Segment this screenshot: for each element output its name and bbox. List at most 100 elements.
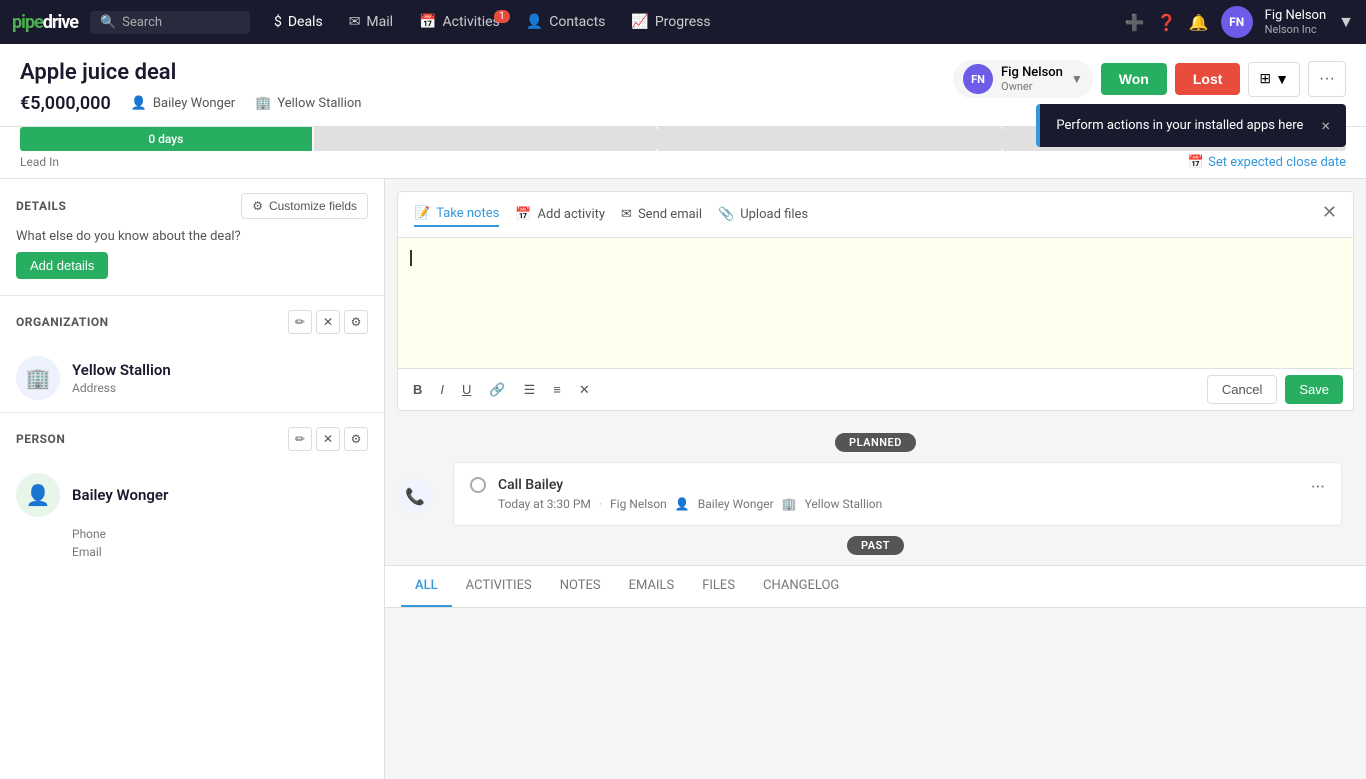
owner-chip: FN Fig Nelson Owner ▼ xyxy=(953,60,1093,98)
tab-emails[interactable]: EMAILS xyxy=(615,566,689,607)
deal-header: Apple juice deal €5,000,000 👤 Bailey Won… xyxy=(0,44,1366,127)
tab-take-notes[interactable]: 📝 Take notes xyxy=(414,202,499,227)
stage-label: Lead In xyxy=(20,155,59,170)
save-button[interactable]: Save xyxy=(1285,375,1343,404)
nav-item-progress[interactable]: 📈 Progress xyxy=(619,8,722,36)
tab-notes[interactable]: NOTES xyxy=(546,566,615,607)
nav-deals-label: Deals xyxy=(288,14,323,30)
owner-avatar: FN xyxy=(963,64,993,94)
left-panel: DETAILS ⚙ Customize fields What else do … xyxy=(0,179,385,779)
notes-editor-area[interactable] xyxy=(398,238,1353,368)
owner-chevron-icon[interactable]: ▼ xyxy=(1071,72,1083,86)
progress-segment-active: 0 days xyxy=(20,127,312,151)
bottom-tabs: ALL ACTIVITIES NOTES EMAILS FILES CHANGE… xyxy=(385,565,1366,608)
org-address: Address xyxy=(72,381,171,395)
past-badge: PAST xyxy=(847,536,904,555)
nav-item-mail[interactable]: ✉ Mail xyxy=(337,8,405,36)
deals-icon: $ xyxy=(274,14,282,30)
nav-mail-label: Mail xyxy=(366,14,393,30)
tab-files[interactable]: FILES xyxy=(688,566,749,607)
toast-close-button[interactable]: × xyxy=(1321,116,1330,135)
org-icon: 🏢 xyxy=(16,356,60,400)
person-icon-glyph: 👤 xyxy=(26,483,51,507)
person-card: 👤 Bailey Wonger Phone Email xyxy=(0,461,384,571)
activity-more-button[interactable]: ··· xyxy=(1311,477,1325,498)
person-remove-button[interactable]: ✕ xyxy=(316,427,340,451)
unordered-list-button[interactable]: ☰ xyxy=(519,379,541,401)
owner-initials: FN xyxy=(971,73,985,86)
user-info[interactable]: Fig Nelson Nelson Inc xyxy=(1265,8,1327,36)
tab-send-email[interactable]: ✉ Send email xyxy=(621,203,702,226)
tab-activities[interactable]: ACTIVITIES xyxy=(452,566,546,607)
person-section-header: PERSON ✏ ✕ ⚙ xyxy=(0,413,384,461)
underline-button[interactable]: U xyxy=(457,379,476,400)
org-separator-icon: 🏢 xyxy=(782,497,797,511)
person-settings-button[interactable]: ⚙ xyxy=(344,427,368,451)
add-icon[interactable]: ➕ xyxy=(1125,13,1145,32)
nav-activities-label: Activities xyxy=(443,14,500,30)
person-details: Phone Email xyxy=(16,527,368,559)
italic-button[interactable]: I xyxy=(435,379,449,400)
more-options-button[interactable]: ··· xyxy=(1308,61,1346,97)
progress-segment-3[interactable] xyxy=(656,127,1001,151)
link-button[interactable]: 🔗 xyxy=(484,379,510,401)
activity-meta: Today at 3:30 PM · Fig Nelson 👤 Bailey W… xyxy=(498,497,1299,511)
org-info: Yellow Stallion Address xyxy=(72,361,171,395)
top-navigation: pipedrive 🔍 Search $ Deals ✉ Mail 📅 Acti… xyxy=(0,0,1366,44)
person-icon: 👤 xyxy=(131,96,147,111)
search-icon: 🔍 xyxy=(100,15,116,30)
take-notes-label: Take notes xyxy=(436,206,499,221)
cancel-button[interactable]: Cancel xyxy=(1207,375,1277,404)
person-edit-button[interactable]: ✏ xyxy=(288,427,312,451)
person-avatar-icon: 👤 xyxy=(16,473,60,517)
send-email-icon: ✉ xyxy=(621,207,632,222)
activity-content: Call Bailey Today at 3:30 PM · Fig Nelso… xyxy=(498,477,1299,511)
tab-all[interactable]: ALL xyxy=(401,566,452,607)
progress-segment-2[interactable] xyxy=(312,127,657,151)
activity-title: Call Bailey xyxy=(498,477,1299,493)
search-box[interactable]: 🔍 Search xyxy=(90,11,250,34)
person-section-title: PERSON xyxy=(16,432,65,446)
progress-icon: 📈 xyxy=(631,14,648,30)
activity-org: Yellow Stallion xyxy=(805,497,883,511)
owner-label: Owner xyxy=(1001,80,1063,93)
call-activity-icon: 📞 xyxy=(397,478,433,514)
chevron-down-icon[interactable]: ▼ xyxy=(1338,12,1354,32)
activity-complete-checkbox[interactable] xyxy=(470,477,486,493)
help-icon[interactable]: ❓ xyxy=(1157,13,1177,32)
tab-activities-label: ACTIVITIES xyxy=(466,578,532,593)
notification-icon[interactable]: 🔔 xyxy=(1189,13,1209,32)
won-button[interactable]: Won xyxy=(1101,63,1167,95)
ordered-list-button[interactable]: ≡ xyxy=(548,379,566,400)
deal-person: 👤 Bailey Wonger xyxy=(131,96,235,111)
bold-button[interactable]: B xyxy=(408,379,427,400)
dot-separator: · xyxy=(599,497,602,511)
activity-phone-wrapper: 📞 xyxy=(397,462,433,514)
customize-fields-button[interactable]: ⚙ Customize fields xyxy=(241,193,368,219)
nav-item-activities[interactable]: 📅 Activities 1 xyxy=(407,8,512,36)
person-row: 👤 Bailey Wonger xyxy=(16,473,368,517)
tab-upload-files[interactable]: 📎 Upload files xyxy=(718,203,808,226)
tab-changelog[interactable]: CHANGELOG xyxy=(749,566,853,607)
user-avatar[interactable]: FN xyxy=(1221,6,1253,38)
editor-close-button[interactable]: ✕ xyxy=(1322,202,1337,223)
main-content: DETAILS ⚙ Customize fields What else do … xyxy=(0,179,1366,779)
lost-button[interactable]: Lost xyxy=(1175,63,1241,95)
tab-add-activity[interactable]: 📅 Add activity xyxy=(515,203,605,226)
grid-view-button[interactable]: ⊞ ▼ xyxy=(1248,62,1300,97)
org-edit-button[interactable]: ✏ xyxy=(288,310,312,334)
person-name: Bailey Wonger xyxy=(72,486,168,504)
set-close-date-link[interactable]: 📅 Set expected close date xyxy=(1188,155,1346,170)
details-empty: What else do you know about the deal? Ad… xyxy=(0,229,384,295)
activity-checkbox-wrapper xyxy=(470,477,486,493)
org-remove-button[interactable]: ✕ xyxy=(316,310,340,334)
add-details-button[interactable]: Add details xyxy=(16,252,108,279)
org-settings-button[interactable]: ⚙ xyxy=(344,310,368,334)
calendar-icon: 📅 xyxy=(1188,155,1204,170)
nav-item-deals[interactable]: $ Deals xyxy=(262,8,335,36)
details-question: What else do you know about the deal? xyxy=(16,229,241,244)
clear-format-button[interactable]: ✕ xyxy=(574,379,595,401)
deal-actions: FN Fig Nelson Owner ▼ Won Lost ⊞ ▼ ··· xyxy=(953,60,1346,98)
nav-item-contacts[interactable]: 👤 Contacts xyxy=(514,8,618,36)
upload-icon: 📎 xyxy=(718,207,734,222)
